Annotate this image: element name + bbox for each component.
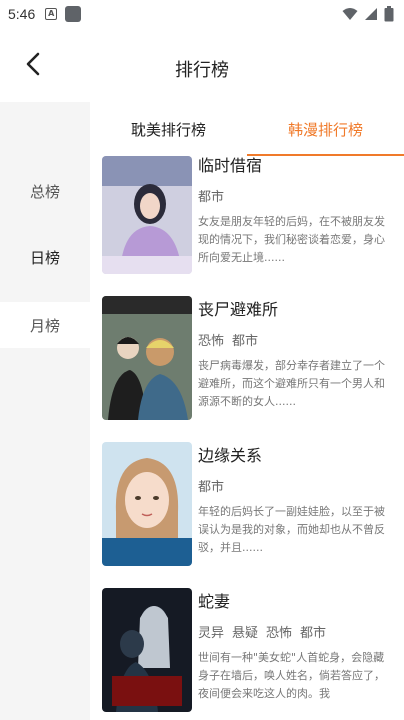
list-item[interactable]: 丧尸避难所 恐怖 都市 丧尸病毒爆发，部分幸存者建立了一个避难所，而这个避难所只… [90, 296, 404, 436]
list-item[interactable]: 边缘关系 都市 年轻的后妈长了一副娃娃脸，以至于被误认为是我的对象，而她却也从不… [90, 442, 404, 582]
cover-image [102, 588, 192, 712]
item-tag: 都市 [300, 626, 327, 641]
tab-hanman[interactable]: 韩漫排行榜 [247, 102, 404, 156]
nav-item-label: 总榜 [29, 182, 60, 201]
item-tag: 都市 [198, 190, 225, 205]
status-bar: 5:46 A [0, 0, 404, 28]
nav-item-label: 月榜 [29, 316, 60, 335]
cover-image [102, 296, 192, 420]
tab-label: 韩漫排行榜 [287, 120, 363, 139]
page-title: 排行榜 [175, 60, 229, 81]
signal-icon [365, 8, 377, 20]
item-info: 边缘关系 都市 年轻的后妈长了一副娃娃脸，以至于被误认为是我的对象，而她却也从不… [198, 446, 394, 557]
item-description: 年轻的后妈长了一副娃娃脸，以至于被误认为是我的对象，而她却也从不曾反驳，并且..… [198, 505, 385, 554]
notification-a-icon: A [45, 8, 58, 20]
cover-image [102, 156, 192, 274]
main-panel: 耽美排行榜 韩漫排行榜 临时借宿 都市 女友是朋友年轻的后妈，在不被朋友发现的情… [90, 102, 404, 720]
item-title: 蛇妻 [198, 592, 231, 611]
notification-square-icon [65, 6, 82, 22]
item-description: 丧尸病毒爆发，部分幸存者建立了一个避难所，而这个避难所只有一个男人和源源不断的女… [198, 359, 385, 408]
item-title: 临时借宿 [198, 156, 263, 175]
item-tag: 都市 [232, 334, 259, 349]
battery-icon [384, 6, 394, 22]
item-tag: 灵异 [198, 626, 225, 641]
header: 排行榜 [0, 28, 404, 102]
category-tabs: 耽美排行榜 韩漫排行榜 [90, 102, 404, 156]
tab-danmei[interactable]: 耽美排行榜 [90, 102, 247, 156]
item-title: 丧尸避难所 [198, 300, 279, 319]
item-tag: 恐怖 [198, 334, 225, 349]
item-tag: 恐怖 [266, 626, 293, 641]
status-time: 5:46 [8, 6, 36, 22]
ranking-list[interactable]: 临时借宿 都市 女友是朋友年轻的后妈，在不被朋友发现的情况下，我们秘密谈着恋爱，… [90, 156, 404, 720]
item-description: 女友是朋友年轻的后妈，在不被朋友发现的情况下，我们秘密谈着恋爱，身心所向爱无止境… [198, 215, 385, 264]
item-info: 丧尸避难所 恐怖 都市 丧尸病毒爆发，部分幸存者建立了一个避难所，而这个避难所只… [198, 300, 394, 411]
item-tags: 都市 [198, 476, 394, 495]
item-tags: 恐怖 都市 [198, 330, 394, 349]
item-tag: 都市 [198, 480, 225, 495]
list-item[interactable]: 蛇妻 灵异 悬疑 恐怖 都市 世间有一种"美女蛇"人首蛇身，会隐藏身子在墙后，唤… [90, 588, 404, 720]
list-item[interactable]: 临时借宿 都市 女友是朋友年轻的后妈，在不被朋友发现的情况下，我们秘密谈着恋爱，… [90, 156, 404, 296]
item-info: 蛇妻 灵异 悬疑 恐怖 都市 世间有一种"美女蛇"人首蛇身，会隐藏身子在墙后，唤… [198, 592, 394, 703]
nav-item-total[interactable]: 总榜 [0, 158, 90, 224]
item-description: 世间有一种"美女蛇"人首蛇身，会隐藏身子在墙后，唤人姓名，倘若答应了，夜间便会来… [198, 651, 385, 700]
item-info: 临时借宿 都市 女友是朋友年轻的后妈，在不被朋友发现的情况下，我们秘密谈着恋爱，… [198, 156, 394, 267]
cover-image [102, 442, 192, 566]
status-right [342, 6, 394, 22]
nav-item-label: 日榜 [29, 248, 60, 267]
wifi-icon [342, 8, 358, 20]
item-tag: 悬疑 [232, 626, 259, 641]
nav-item-daily[interactable]: 日榜 [0, 224, 90, 290]
ranking-period-nav: 总榜 日榜 月榜 [0, 102, 90, 720]
nav-item-monthly[interactable]: 月榜 [0, 302, 90, 348]
item-title: 边缘关系 [198, 446, 263, 465]
tab-label: 耽美排行榜 [130, 120, 206, 139]
item-tags: 灵异 悬疑 恐怖 都市 [198, 622, 394, 641]
item-tags: 都市 [198, 186, 394, 205]
